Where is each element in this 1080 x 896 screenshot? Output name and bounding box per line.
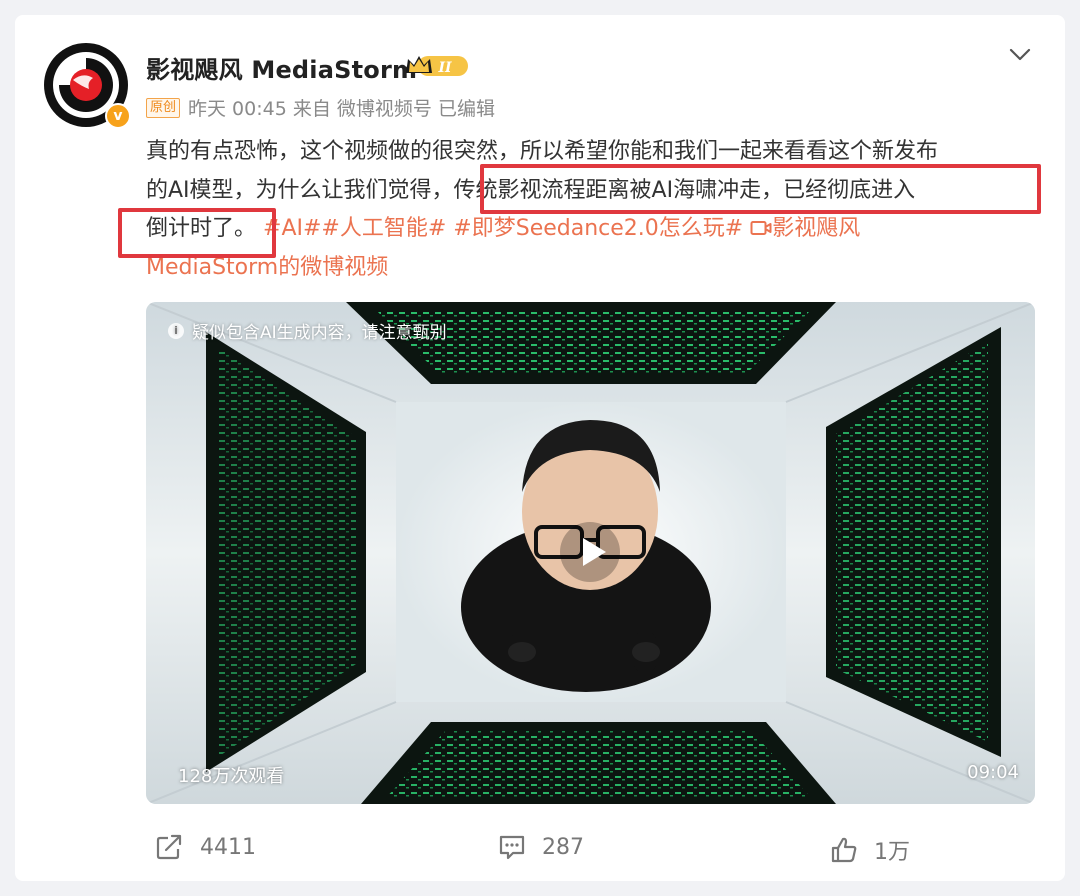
post-source[interactable]: 微博视频号 (337, 94, 432, 121)
content-text: 的AI模型，为什么让我们觉得， (146, 177, 454, 203)
ai-content-notice: i 疑似包含AI生成内容，请注意甄别 (168, 318, 447, 343)
view-count: 128万次观看 (178, 766, 285, 787)
content-text: 真的有点恐怖，这个视频做的很突然，所以希望你能和我们一起来看看这个新发布 (146, 139, 939, 164)
thumbs-up-icon (831, 837, 857, 863)
info-icon: i (168, 322, 184, 339)
video-player[interactable]: i 疑似包含AI生成内容，请注意甄别 128万次观看 09:04 (146, 302, 1035, 804)
hashtag-artificial-intelligence[interactable]: #人工智能# (321, 216, 446, 241)
hashtag-seedance[interactable]: #即梦Seedance2.0怎么玩# (453, 216, 743, 241)
video-link-icon (750, 221, 772, 235)
crown-badge-label: II (437, 60, 452, 76)
highlight-box (118, 208, 276, 258)
verified-badge: v (105, 103, 131, 129)
share-icon (156, 834, 182, 860)
source-prefix: 来自 (292, 98, 331, 120)
highlight-box (480, 164, 1041, 214)
video-link-label-2[interactable]: MediaStorm的微博视频 (146, 255, 388, 280)
video-link[interactable]: 影视飓风 (750, 216, 860, 241)
like-count: 1万 (874, 840, 910, 865)
comment-count: 287 (542, 834, 584, 860)
play-icon[interactable] (558, 520, 622, 584)
video-link-label: 影视飓风 (772, 216, 861, 241)
video-duration: 09:04 (967, 762, 1019, 783)
chevron-down-icon[interactable] (1008, 46, 1032, 64)
original-tag: 原创 (146, 97, 181, 118)
share-button[interactable]: 4411 (156, 834, 256, 860)
crown-badge-icon: II (406, 56, 468, 76)
username[interactable]: 影视飓风 MediaStorm (146, 50, 417, 85)
comment-button[interactable]: 287 (498, 834, 584, 860)
ai-notice-text: 疑似包含AI生成内容，请注意甄别 (192, 323, 447, 343)
share-count: 4411 (200, 834, 256, 860)
post-time[interactable]: 昨天 00:45 (188, 94, 287, 121)
like-button[interactable]: 1万 (830, 834, 910, 866)
comment-icon (499, 835, 525, 860)
edited-label[interactable]: 已编辑 (438, 94, 495, 121)
post-meta: 原创 昨天 00:45 来自 微博视频号 已编辑 (146, 94, 495, 121)
